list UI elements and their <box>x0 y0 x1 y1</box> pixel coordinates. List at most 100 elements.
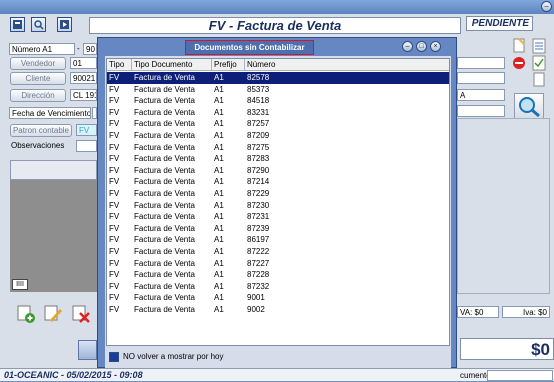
cell-prefijo: A1 <box>214 96 224 106</box>
new-document-icon[interactable] <box>511 38 527 54</box>
list-row[interactable]: FV Factura de Venta A1 87209 <box>107 130 449 142</box>
minimize-icon[interactable]: – <box>541 1 552 12</box>
grid-badge: IIII <box>12 279 28 290</box>
list-row[interactable]: FV Factura de Venta A1 87230 <box>107 200 449 212</box>
checkbox[interactable] <box>109 351 119 362</box>
cell-tipo: FV <box>109 154 120 164</box>
checkbox-label: NO volver a mostrar por hoy <box>123 352 224 361</box>
checklist-icon[interactable] <box>531 55 547 71</box>
cell-prefijo: A1 <box>214 247 224 256</box>
cell-tipo: FV <box>109 258 120 268</box>
cancel-icon[interactable] <box>511 55 527 71</box>
list-icon[interactable] <box>531 38 547 54</box>
number-separator: - <box>77 44 80 53</box>
edit-icon <box>44 305 62 322</box>
top-bar <box>0 0 554 14</box>
account-pattern-button[interactable]: Patron contable <box>10 124 72 137</box>
cell-prefijo: A1 <box>214 293 224 303</box>
toolbar-nav-button[interactable] <box>57 17 72 32</box>
cell-numero: 84518 <box>247 96 270 106</box>
cell-numero: 83231 <box>247 107 270 117</box>
number-field[interactable]: 90 <box>83 43 97 55</box>
right-field-1 <box>457 57 505 69</box>
cell-tipo: FV <box>109 200 120 210</box>
items-grid-header <box>10 160 97 180</box>
documents-list[interactable]: Tipo Tipo Documento Prefijo Número FV Fac… <box>106 58 450 346</box>
dialog-minimize-icon[interactable]: – <box>402 41 413 52</box>
list-row[interactable]: FV Factura de Venta A1 85373 <box>107 84 449 96</box>
cell-numero: 87230 <box>247 200 270 210</box>
list-row[interactable]: FV Factura de Venta A1 87257 <box>107 118 449 130</box>
address-field[interactable]: CL 191 <box>70 89 97 101</box>
list-row[interactable]: FV Factura de Venta A1 82578 <box>107 72 449 84</box>
cell-tipo-documento: Factura de Venta <box>134 154 195 164</box>
cell-tipo: FV <box>109 142 120 152</box>
toolbar-menu-button[interactable] <box>10 17 25 32</box>
list-row[interactable]: FV Factura de Venta A1 87229 <box>107 188 449 200</box>
list-row[interactable]: FV Factura de Venta A1 9001 <box>107 292 449 304</box>
list-row[interactable]: FV Factura de Venta A1 87222 <box>107 246 449 258</box>
column-header-numero[interactable]: Número <box>245 59 449 71</box>
cell-tipo: FV <box>109 247 120 256</box>
cell-tipo-documento: Factura de Venta <box>134 258 195 268</box>
account-pattern-field[interactable]: FV <box>76 124 97 136</box>
cell-tipo-documento: Factura de Venta <box>134 200 195 210</box>
list-row[interactable]: FV Factura de Venta A1 84518 <box>107 95 449 107</box>
cell-tipo-documento: Factura de Venta <box>134 235 195 245</box>
cell-tipo: FV <box>109 281 120 291</box>
delete-row-button[interactable] <box>70 304 92 324</box>
list-row[interactable]: FV Factura de Venta A1 87228 <box>107 269 449 281</box>
list-row[interactable]: FV Factura de Venta A1 87227 <box>107 258 449 270</box>
vendor-field[interactable]: 01 <box>70 57 97 69</box>
cell-prefijo: A1 <box>214 119 224 129</box>
cell-tipo-documento: Factura de Venta <box>134 247 195 256</box>
cell-prefijo: A1 <box>214 84 224 94</box>
column-header-tipo-documento[interactable]: Tipo Documento <box>132 59 212 71</box>
delete-icon <box>72 305 90 323</box>
list-row[interactable]: FV Factura de Venta A1 87232 <box>107 281 449 293</box>
cell-prefijo: A1 <box>214 235 224 245</box>
cell-tipo-documento: Factura de Venta <box>134 293 195 303</box>
list-row[interactable]: FV Factura de Venta A1 87214 <box>107 176 449 188</box>
dialog-maximize-icon[interactable]: □ <box>416 41 427 52</box>
list-row[interactable]: FV Factura de Venta A1 87283 <box>107 153 449 165</box>
add-row-button[interactable] <box>15 304 37 324</box>
cell-prefijo: A1 <box>214 258 224 268</box>
client-field[interactable]: 90021 <box>70 72 97 84</box>
cell-numero: 82578 <box>247 73 270 82</box>
add-icon <box>17 305 35 323</box>
address-button[interactable]: Dirección <box>10 89 66 102</box>
items-grid[interactable] <box>10 180 97 292</box>
vendor-button[interactable]: Vendedor <box>10 57 66 70</box>
iva-left-field: VA: $0 <box>457 306 499 318</box>
list-row[interactable]: FV Factura de Venta A1 86197 <box>107 234 449 246</box>
list-row[interactable]: FV Factura de Venta A1 87239 <box>107 223 449 235</box>
list-row[interactable]: FV Factura de Venta A1 9002 <box>107 304 449 316</box>
cell-tipo-documento: Factura de Venta <box>134 84 195 94</box>
search-icon <box>34 20 44 30</box>
search-button[interactable] <box>514 93 544 119</box>
right-panel <box>457 118 550 294</box>
column-header-tipo[interactable]: Tipo <box>107 59 132 71</box>
list-row[interactable]: FV Factura de Venta A1 87231 <box>107 211 449 223</box>
notes-field[interactable] <box>76 140 97 152</box>
cell-numero: 87275 <box>247 142 270 152</box>
right-field-3: A <box>457 89 505 101</box>
edit-row-button[interactable] <box>42 304 64 324</box>
list-row[interactable]: FV Factura de Venta A1 87275 <box>107 142 449 154</box>
calculator-icon[interactable] <box>78 340 97 360</box>
dont-show-again-option[interactable]: NO volver a mostrar por hoy <box>109 351 223 363</box>
cell-numero: 87283 <box>247 154 270 164</box>
dialog-close-icon[interactable]: × <box>430 41 441 52</box>
toolbar-search-button[interactable] <box>31 17 46 32</box>
client-button[interactable]: Cliente <box>10 72 66 85</box>
column-header-prefijo[interactable]: Prefijo <box>212 59 245 71</box>
page-icon[interactable] <box>531 72 547 88</box>
cell-tipo: FV <box>109 189 120 198</box>
list-row[interactable]: FV Factura de Venta A1 87290 <box>107 165 449 177</box>
magnifier-icon <box>519 97 540 118</box>
list-row[interactable]: FV Factura de Venta A1 83231 <box>107 107 449 119</box>
cell-tipo: FV <box>109 96 120 106</box>
list-header: Tipo Tipo Documento Prefijo Número <box>107 59 449 71</box>
cell-numero: 87214 <box>247 177 270 187</box>
